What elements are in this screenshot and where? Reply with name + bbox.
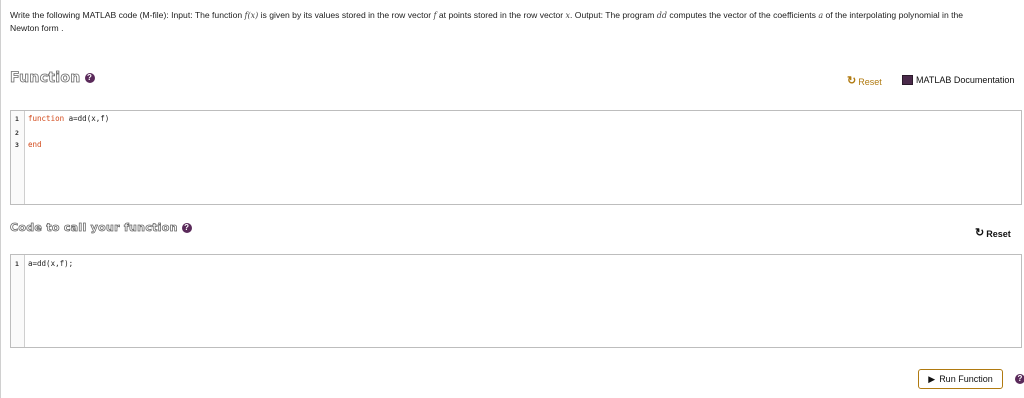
left-border [0, 0, 1, 398]
reset-label: Reset [986, 228, 1011, 239]
problem-text: of the interpolating polynomial in the [823, 10, 964, 20]
keyword: end [28, 140, 42, 149]
code-text: a=dd(x,f); [28, 259, 74, 268]
call-title-text: Code to call your function [10, 221, 178, 235]
function-reset-button[interactable]: ↻ Reset [847, 76, 882, 87]
code-text: function a=dd(x,f) [28, 113, 109, 125]
reset-label: Reset [858, 76, 882, 87]
call-code-editor[interactable]: 1 a=dd(x,f); [10, 254, 1022, 348]
line-number: 2 [15, 129, 19, 137]
run-label: Run Function [939, 374, 993, 384]
code-text: end [28, 139, 42, 151]
code-rest: a=dd(x,f) [64, 114, 110, 123]
refresh-icon: ↻ [847, 75, 857, 87]
math-dd: dd [656, 11, 668, 20]
code-line[interactable]: 3 end [11, 139, 1021, 151]
run-function-button[interactable]: ▶ Run Function [918, 369, 1003, 389]
book-icon [902, 75, 913, 85]
function-title-text: Function [10, 70, 81, 87]
problem-statement: Write the following MATLAB code (M-file)… [10, 9, 1010, 35]
problem-text: at points stored in the row vector [436, 10, 566, 20]
code-line[interactable]: 1 a=dd(x,f); [11, 258, 1021, 270]
documentation-label: MATLAB Documentation [916, 75, 1015, 85]
matlab-documentation-link[interactable]: MATLAB Documentation [902, 75, 1014, 85]
call-reset-button[interactable]: ↻ Reset [975, 228, 1011, 239]
line-number: 1 [15, 260, 19, 268]
code-line[interactable]: 2 [11, 127, 1021, 139]
problem-text: is given by its values stored in the row… [258, 10, 434, 20]
line-number: 3 [15, 141, 19, 149]
problem-text: Write the following MATLAB code (M-file)… [10, 10, 245, 20]
keyword: function [28, 114, 65, 123]
help-icon[interactable]: ? [1015, 374, 1024, 384]
math-fx: f(x) [244, 11, 259, 20]
problem-text: Newton form . [10, 23, 64, 33]
refresh-icon: ↻ [975, 227, 985, 239]
call-section-title: Code to call your function? [10, 221, 192, 234]
help-icon[interactable]: ? [84, 73, 95, 83]
play-icon: ▶ [928, 373, 936, 384]
function-code-editor[interactable]: 1 function a=dd(x,f) 2 3 end [10, 110, 1022, 205]
problem-text: . Output: The program [570, 10, 657, 20]
function-section-title: Function? [10, 70, 95, 86]
line-number: 1 [15, 115, 19, 123]
problem-text: computes the vector of the coefficients [667, 10, 819, 20]
code-line[interactable]: 1 function a=dd(x,f) [11, 113, 1021, 125]
help-icon[interactable]: ? [181, 223, 192, 233]
